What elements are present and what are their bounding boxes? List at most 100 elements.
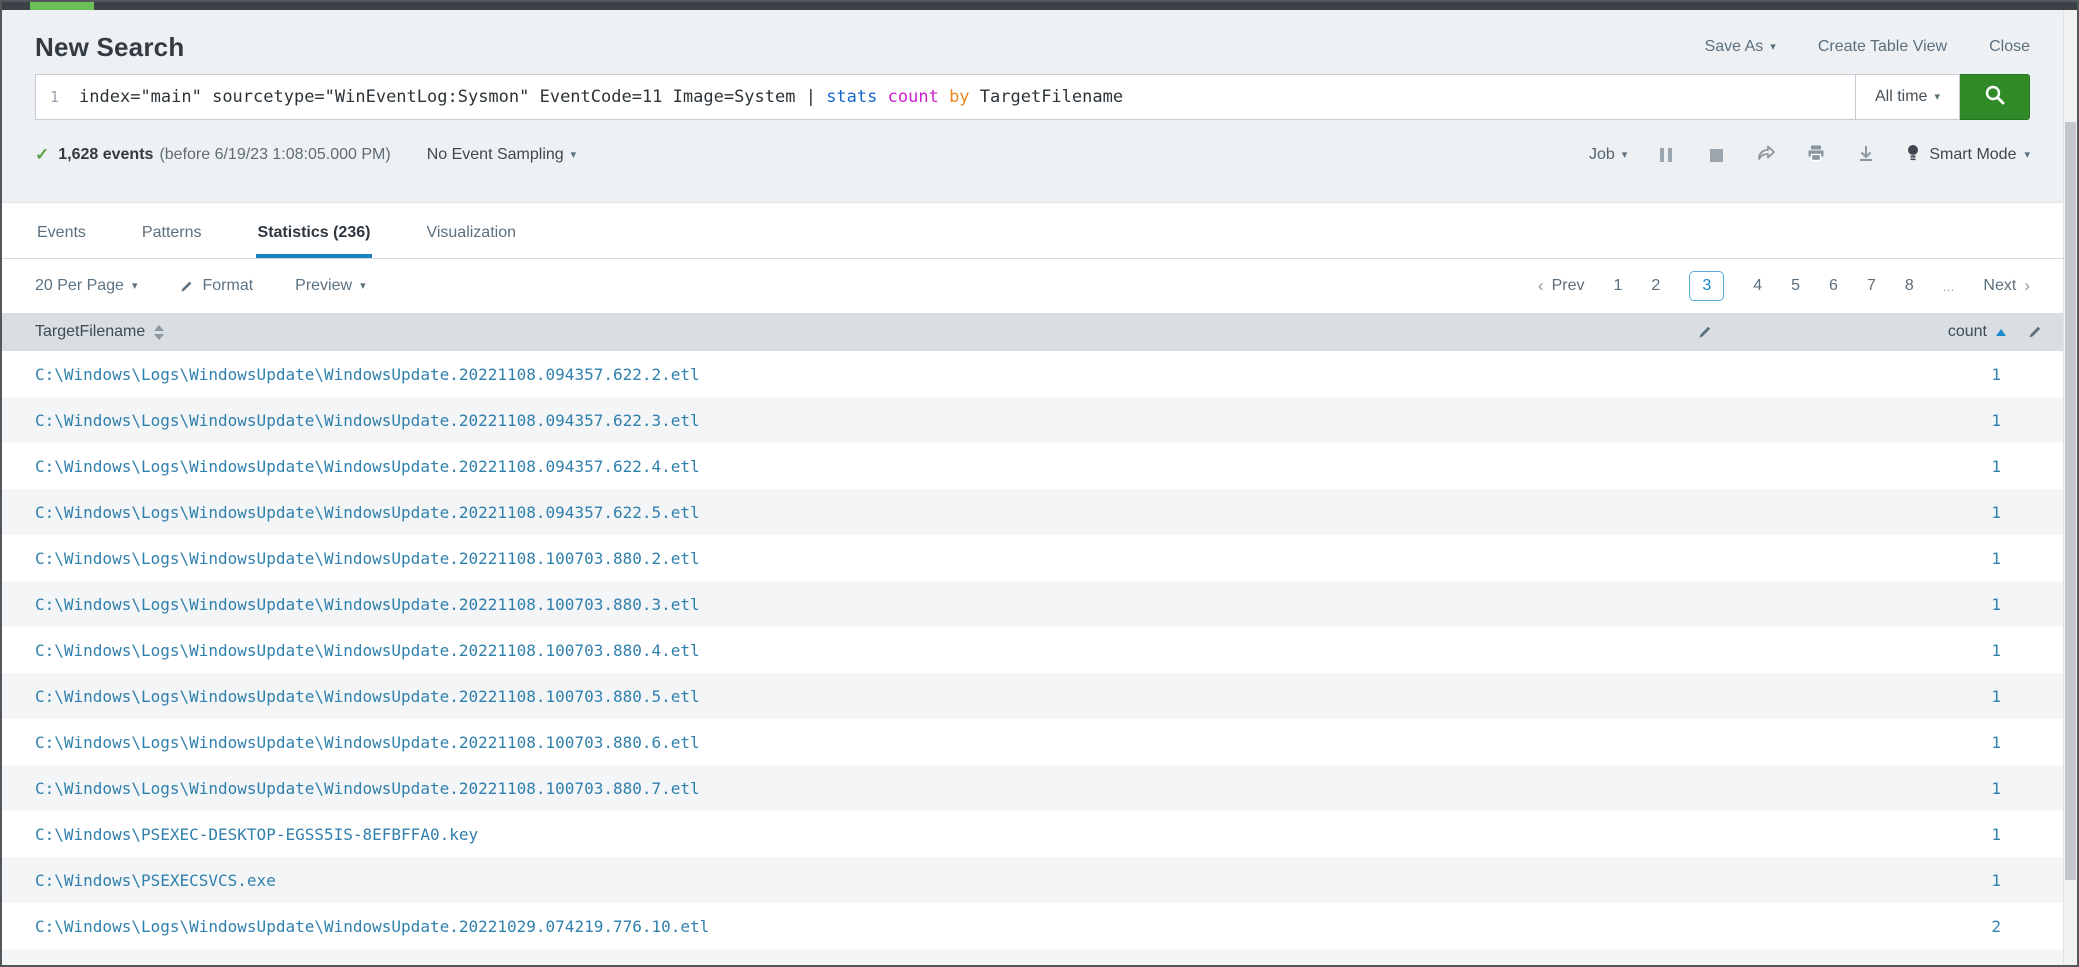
create-table-view-button[interactable]: Create Table View <box>1818 38 1947 56</box>
print-icon <box>1806 143 1826 168</box>
table-row: C:\Windows\Logs\WindowsUpdate\WindowsUpd… <box>2 351 2063 397</box>
tab-visualization[interactable]: Visualization <box>424 224 518 258</box>
export-button[interactable] <box>1855 144 1877 166</box>
share-button[interactable] <box>1755 144 1777 166</box>
share-icon <box>1756 143 1776 168</box>
table-row: C:\Windows\Logs\WindowsUpdate\WindowsUpd… <box>2 581 2063 627</box>
cell-count[interactable]: 1 <box>1733 687 2063 706</box>
save-as-button[interactable]: Save As ▾ <box>1705 38 1776 56</box>
cell-count[interactable]: 1 <box>1733 779 2063 798</box>
search-query[interactable]: index="main" sourcetype="WinEventLog:Sys… <box>79 87 1123 107</box>
stop-button[interactable] <box>1705 144 1727 166</box>
close-label: Close <box>1989 38 2030 56</box>
page-1[interactable]: 1 <box>1614 277 1623 295</box>
next-label: Next <box>1983 277 2016 295</box>
cell-targetfilename[interactable]: C:\Windows\PSEXECSVCS.exe <box>2 871 1733 890</box>
cell-count[interactable]: 1 <box>1733 503 2063 522</box>
search-mode-dropdown[interactable]: Smart Mode ▾ <box>1905 143 2030 168</box>
pause-icon <box>1660 148 1672 162</box>
search-mode-label: Smart Mode <box>1929 146 2016 164</box>
job-status-bar: ✓ 1,628 events (before 6/19/23 1:08:05.0… <box>2 120 2063 182</box>
page-4[interactable]: 4 <box>1753 277 1762 295</box>
top-chrome-bar <box>2 2 2077 10</box>
search-input[interactable]: 1 index="main" sourcetype="WinEventLog:S… <box>35 74 1856 120</box>
count-label[interactable]: count <box>1948 323 1987 341</box>
cell-targetfilename[interactable]: C:\Windows\Logs\WindowsUpdate\WindowsUpd… <box>2 457 1733 476</box>
cell-count[interactable]: 1 <box>1733 871 2063 890</box>
preview-label: Preview <box>295 277 352 295</box>
cell-targetfilename[interactable]: C:\Windows\Logs\WindowsUpdate\WindowsUpd… <box>2 411 1733 430</box>
tab-events[interactable]: Events <box>35 224 88 258</box>
page-7[interactable]: 7 <box>1867 277 1876 295</box>
cell-targetfilename[interactable]: C:\Windows\Logs\WindowsUpdate\WindowsUpd… <box>2 641 1733 660</box>
page-3-active[interactable]: 3 <box>1689 271 1724 301</box>
cell-count[interactable]: 2 <box>1733 917 2063 936</box>
query-line-number: 1 <box>50 88 59 106</box>
page-header: New Search Save As ▾ Create Table View C… <box>2 10 2063 74</box>
time-range-picker[interactable]: All time ▾ <box>1856 74 1960 120</box>
cell-targetfilename[interactable]: C:\Windows\Logs\WindowsUpdate\WindowsUpd… <box>2 779 1733 798</box>
cell-count[interactable]: 1 <box>1733 825 2063 844</box>
lightbulb-icon <box>1905 143 1921 168</box>
cell-targetfilename[interactable]: C:\Windows\Logs\WindowsUpdate\WindowsUpd… <box>2 365 1733 384</box>
page-2[interactable]: 2 <box>1651 277 1660 295</box>
preview-dropdown[interactable]: Preview ▾ <box>295 277 365 295</box>
event-sampling-dropdown[interactable]: No Event Sampling ▾ <box>427 146 577 164</box>
events-summary-area: ✓ 1,628 events (before 6/19/23 1:08:05.0… <box>35 145 576 165</box>
main-content: New Search Save As ▾ Create Table View C… <box>2 10 2063 965</box>
job-dropdown[interactable]: Job ▾ <box>1589 146 1627 164</box>
close-button[interactable]: Close <box>1989 38 2030 56</box>
page-numbers: 12345678... <box>1614 271 1955 301</box>
splunk-search-page: { "icons": { "caret_down": "▾", "chevron… <box>0 0 2079 967</box>
cell-count[interactable]: 1 <box>1733 365 2063 384</box>
cell-count[interactable]: 1 <box>1733 641 2063 660</box>
cell-targetfilename[interactable]: C:\Windows\Logs\WindowsUpdate\WindowsUpd… <box>2 917 1733 936</box>
cell-targetfilename[interactable]: C:\Windows\Logs\WindowsUpdate\WindowsUpd… <box>2 595 1733 614</box>
format-button[interactable]: Format <box>179 277 253 295</box>
print-button[interactable] <box>1805 144 1827 166</box>
page-6[interactable]: 6 <box>1829 277 1838 295</box>
cell-count[interactable]: 1 <box>1733 411 2063 430</box>
search-bar: 1 index="main" sourcetype="WinEventLog:S… <box>35 74 2030 120</box>
table-row: C:\Windows\Logs\WindowsUpdate\WindowsUpd… <box>2 443 2063 489</box>
edit-column-icon[interactable] <box>1697 324 1713 340</box>
search-submit-button[interactable] <box>1960 74 2030 120</box>
prev-page-button[interactable]: ‹ Prev <box>1538 276 1585 296</box>
results-panel: Events Patterns Statistics (236) Visualizat… <box>2 202 2063 965</box>
search-icon <box>1983 83 2007 112</box>
tab-patterns[interactable]: Patterns <box>140 224 204 258</box>
vertical-scrollbar[interactable] <box>2063 10 2077 965</box>
cell-count[interactable]: 1 <box>1733 457 2063 476</box>
format-label: Format <box>202 277 253 295</box>
cell-targetfilename[interactable]: C:\Windows\Logs\WindowsUpdate\WindowsUpd… <box>2 687 1733 706</box>
query-token: index="main" sourcetype="WinEventLog:Sys… <box>79 87 826 107</box>
query-token <box>877 87 887 107</box>
tab-statistics-236[interactable]: Statistics (236) <box>256 224 373 258</box>
per-page-dropdown[interactable]: 20 Per Page ▾ <box>35 277 137 295</box>
cell-targetfilename[interactable]: C:\Windows\Logs\WindowsUpdate\WindowsUpd… <box>2 549 1733 568</box>
cell-count[interactable]: 1 <box>1733 733 2063 752</box>
next-page-button[interactable]: Next › <box>1983 276 2030 296</box>
scrollbar-thumb[interactable] <box>2065 122 2076 880</box>
cell-targetfilename[interactable]: C:\Windows\Logs\WindowsUpdate\WindowsUpd… <box>2 733 1733 752</box>
events-timestamp: (before 6/19/23 1:08:05.000 PM) <box>159 146 390 164</box>
sort-ascending-icon[interactable] <box>1996 329 2006 336</box>
query-token: TargetFilename <box>970 87 1124 107</box>
page-5[interactable]: 5 <box>1791 277 1800 295</box>
table-row: C:\Windows\PSEXECSVCS.exe1 <box>2 857 2063 903</box>
cell-targetfilename[interactable]: C:\Windows\PSEXEC-DESKTOP-EGSS5IS-8EFBFF… <box>2 825 1733 844</box>
page-8[interactable]: 8 <box>1905 277 1914 295</box>
caret-down-icon: ▾ <box>571 150 577 161</box>
cell-count[interactable]: 1 <box>1733 549 2063 568</box>
cell-count[interactable]: 1 <box>1733 595 2063 614</box>
cell-targetfilename[interactable]: C:\Windows\Logs\WindowsUpdate\WindowsUpd… <box>2 503 1733 522</box>
table-controls: 20 Per Page ▾ Format Preview ▾ ‹ Prev <box>2 259 2063 313</box>
query-token <box>939 87 949 107</box>
pause-button[interactable] <box>1655 144 1677 166</box>
header-actions: Save As ▾ Create Table View Close <box>1705 38 2030 56</box>
caret-down-icon: ▾ <box>132 281 138 292</box>
targetfilename-sort-control[interactable]: TargetFilename <box>35 323 164 341</box>
caret-down-icon: ▾ <box>1622 150 1628 161</box>
chevron-left-icon: ‹ <box>1538 276 1544 296</box>
edit-column-icon[interactable] <box>2027 324 2043 340</box>
